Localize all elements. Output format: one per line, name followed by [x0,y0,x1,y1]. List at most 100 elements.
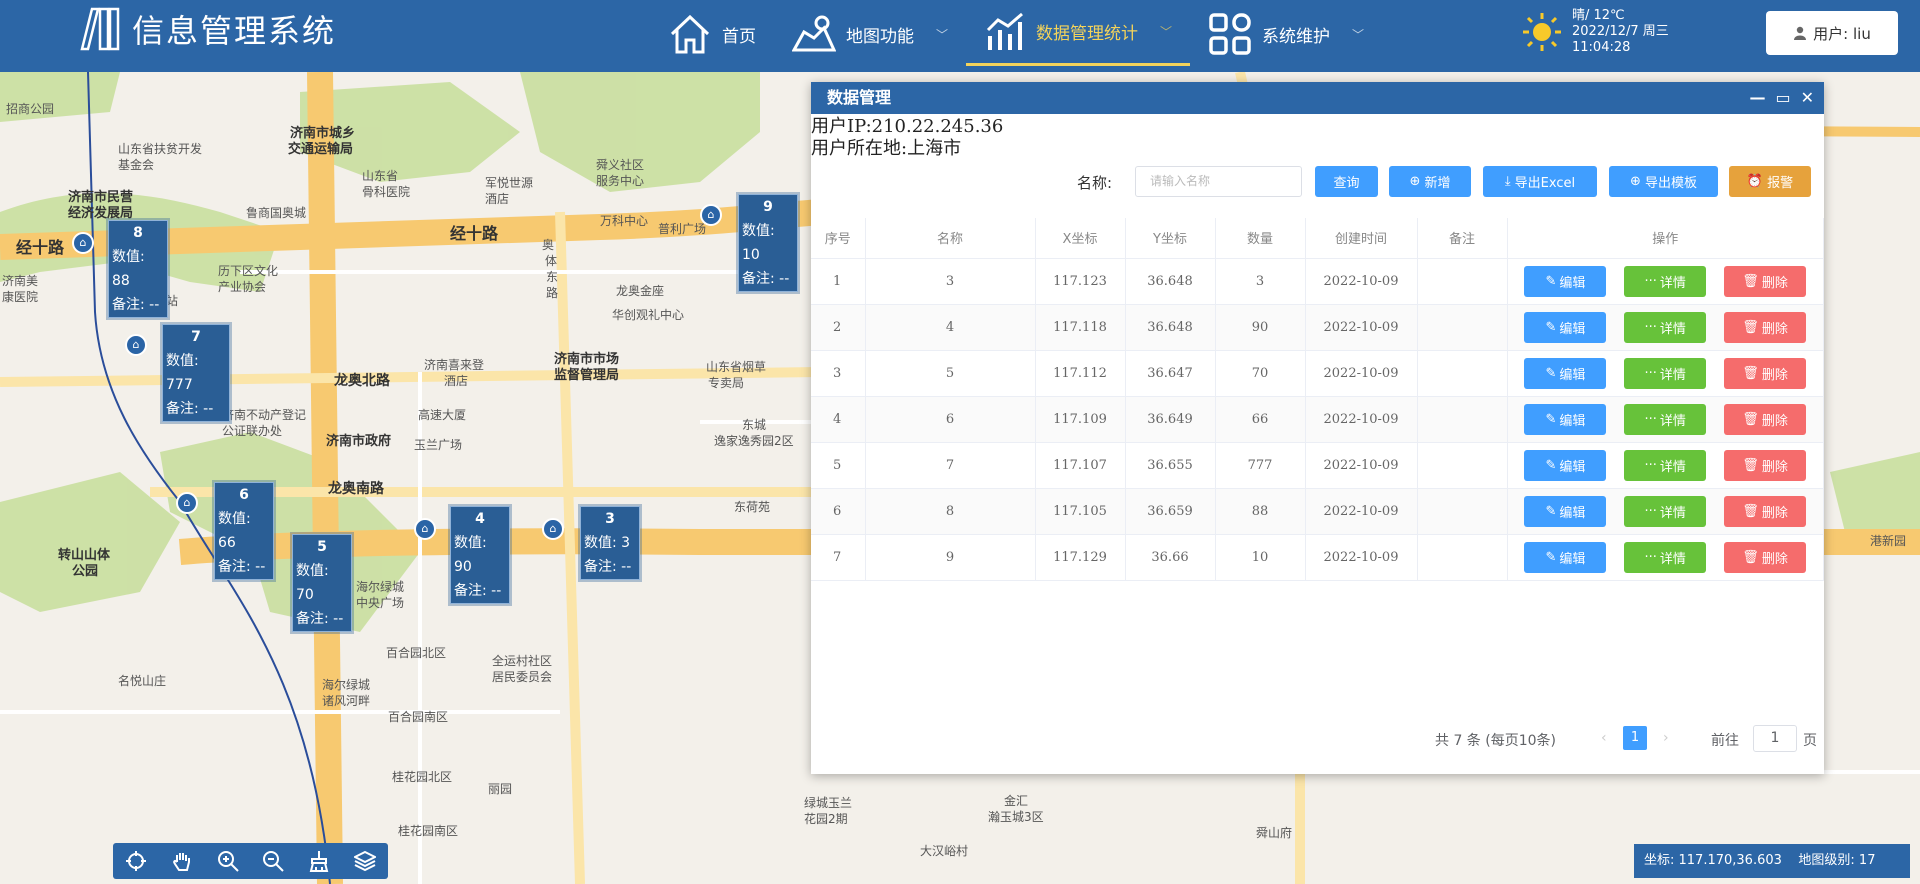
detail-button[interactable]: ··· 详情 [1624,311,1707,343]
map-marker-3[interactable]: 3 数值: 3 备注: -- [580,506,640,580]
layers-button[interactable] [351,847,379,875]
edit-button[interactable]: ✎ 编辑 [1524,403,1607,435]
detail-label: 详情 [1659,551,1686,567]
nav-map[interactable]: 地图功能 ﹀ [774,0,966,68]
pan-button[interactable] [168,847,196,875]
marker-value-label: 数值: [742,223,775,239]
map-label: 监督管理局 [554,368,620,383]
goto-page-input[interactable]: 1 [1753,725,1797,752]
edit-button[interactable]: ✎ 编辑 [1524,311,1607,343]
delete-button[interactable]: 🗑 删除 [1724,311,1807,343]
prev-page-icon[interactable]: ‹ [1601,730,1607,746]
marker-value-row: 数值: 777 [166,349,226,397]
marker-note-row: 备注: -- [218,555,270,579]
map-label: 瀚玉城3区 [988,810,1044,824]
map-marker-9[interactable]: 9 数值: 10 备注: -- [738,194,798,292]
export-template-label: 导出模板 [1644,176,1697,191]
map-label: 鲁商国奥城 [246,206,307,220]
delete-button[interactable]: 🗑 删除 [1724,541,1807,573]
nav-map-label: 地图功能 [846,26,914,47]
map-marker-5[interactable]: 5 数值: 70 备注: -- [292,534,352,632]
export-template-button[interactable]: ⊕ 导出模板 [1609,166,1718,197]
cell-date: 2022-10-09 [1305,396,1418,443]
table-row[interactable]: 6 8 117.105 36.659 88 2022-10-09 ✎ 编辑 ···… [811,488,1824,535]
marker-note: -- [779,271,790,287]
minimize-icon[interactable]: — [1749,82,1765,114]
location-pin-icon[interactable]: ⌂ [125,334,147,356]
detail-button[interactable]: ··· 详情 [1624,357,1707,389]
marker-value-row: 数值: 88 [112,245,164,293]
detail-button[interactable]: ··· 详情 [1624,541,1707,573]
delete-button[interactable]: 🗑 删除 [1724,357,1807,389]
weather-text: 晴/ 12℃ 2022/12/7 周三 11:04:28 [1572,8,1669,56]
dialog-header[interactable]: 数据管理 — ▭ ✕ [811,82,1824,114]
location-pin-icon[interactable]: ⌂ [542,518,564,540]
trash-icon: 🗑 [1742,273,1759,289]
table-row[interactable]: 2 4 117.118 36.648 90 2022-10-09 ✎ 编辑 ···… [811,304,1824,351]
goto-label: 前往 [1711,733,1739,749]
table-row[interactable]: 4 6 117.109 36.649 66 2022-10-09 ✎ 编辑 ···… [811,396,1824,443]
maximize-icon[interactable]: ▭ [1775,82,1790,114]
nav-system[interactable]: 系统维护 ﹀ [1190,0,1382,68]
table-row[interactable]: 3 5 117.112 36.647 70 2022-10-09 ✎ 编辑 ···… [811,350,1824,397]
detail-button[interactable]: ··· 详情 [1624,449,1707,481]
zoom-in-button[interactable] [214,847,242,875]
map-label: 公园 [72,564,99,579]
marker-value: 66 [218,535,236,551]
edit-button[interactable]: ✎ 编辑 [1524,449,1607,481]
detail-button[interactable]: ··· 详情 [1624,265,1707,297]
pencil-icon: ✎ [1545,411,1557,427]
close-icon[interactable]: ✕ [1801,82,1814,114]
edit-button[interactable]: ✎ 编辑 [1524,541,1607,573]
marker-value-row: 数值: 70 [296,559,348,607]
location-pin-icon[interactable]: ⌂ [414,518,436,540]
map-marker-4[interactable]: 4 数值: 90 备注: -- [450,506,510,604]
edit-label: 编辑 [1559,505,1586,521]
delete-button[interactable]: 🗑 删除 [1724,265,1807,297]
location-pin-icon[interactable]: ⌂ [700,204,722,226]
edit-button[interactable]: ✎ 编辑 [1524,495,1607,527]
delete-button[interactable]: 🗑 删除 [1724,449,1807,481]
zoom-out-button[interactable] [259,847,287,875]
coordinate-text: 坐标: 117.170,36.603 [1644,853,1782,868]
name-search-input[interactable]: 请输入名称 [1135,166,1302,197]
road-label: 经十路 [16,238,65,257]
nav-home[interactable]: 首页 [650,0,774,68]
table-row[interactable]: 7 9 117.129 36.66 10 2022-10-09 ✎ 编辑 ··· 详… [811,534,1824,581]
map-label: 济南喜来登 [424,358,485,372]
clear-button[interactable] [305,847,333,875]
location-pin-icon[interactable]: ⌂ [176,492,198,514]
export-excel-button[interactable]: ⤓ 导出Excel [1483,166,1597,197]
cell-qty: 70 [1215,350,1306,397]
detail-label: 详情 [1659,459,1686,475]
user-button[interactable]: 用户: liu [1766,11,1898,55]
query-button[interactable]: 查询 [1315,166,1378,197]
marker-value-row: 数值: 66 [218,507,270,555]
next-page-icon[interactable]: › [1663,730,1669,746]
map-label: 交通运输局 [288,142,354,157]
alarm-button[interactable]: ⏰ 报警 [1729,166,1811,197]
cell-y: 36.647 [1125,350,1216,397]
delete-button[interactable]: 🗑 删除 [1724,495,1807,527]
map-marker-6[interactable]: 6 数值: 66 备注: -- [214,482,274,580]
delete-button[interactable]: 🗑 删除 [1724,403,1807,435]
nav-data-stats[interactable]: 数据管理统计 ﹀ [966,0,1191,66]
map-marker-8[interactable]: 8 数值: 88 备注: -- [108,220,168,318]
trash-icon: 🗑 [1742,549,1759,565]
locate-button[interactable] [122,847,150,875]
cell-x: 117.118 [1035,304,1126,351]
page-number-current[interactable]: 1 [1623,726,1647,750]
map-marker-7[interactable]: 7 数值: 777 备注: -- [162,324,230,422]
marker-value-label: 数值: [166,353,199,369]
pencil-icon: ✎ [1545,273,1557,289]
table-row[interactable]: 1 3 117.123 36.648 3 2022-10-09 ✎ 编辑 ··· 详… [811,258,1824,305]
add-button[interactable]: ⊕ 新增 [1389,166,1471,197]
edit-button[interactable]: ✎ 编辑 [1524,357,1607,389]
table-row[interactable]: 5 7 117.107 36.655 777 2022-10-09 ✎ 编辑 ··… [811,442,1824,489]
detail-button[interactable]: ··· 详情 [1624,403,1707,435]
map-label: 港新园 [1870,534,1907,548]
column-header: 备注 [1417,218,1508,259]
location-pin-icon[interactable]: ⌂ [72,232,94,254]
edit-button[interactable]: ✎ 编辑 [1524,265,1607,297]
detail-button[interactable]: ··· 详情 [1624,495,1707,527]
